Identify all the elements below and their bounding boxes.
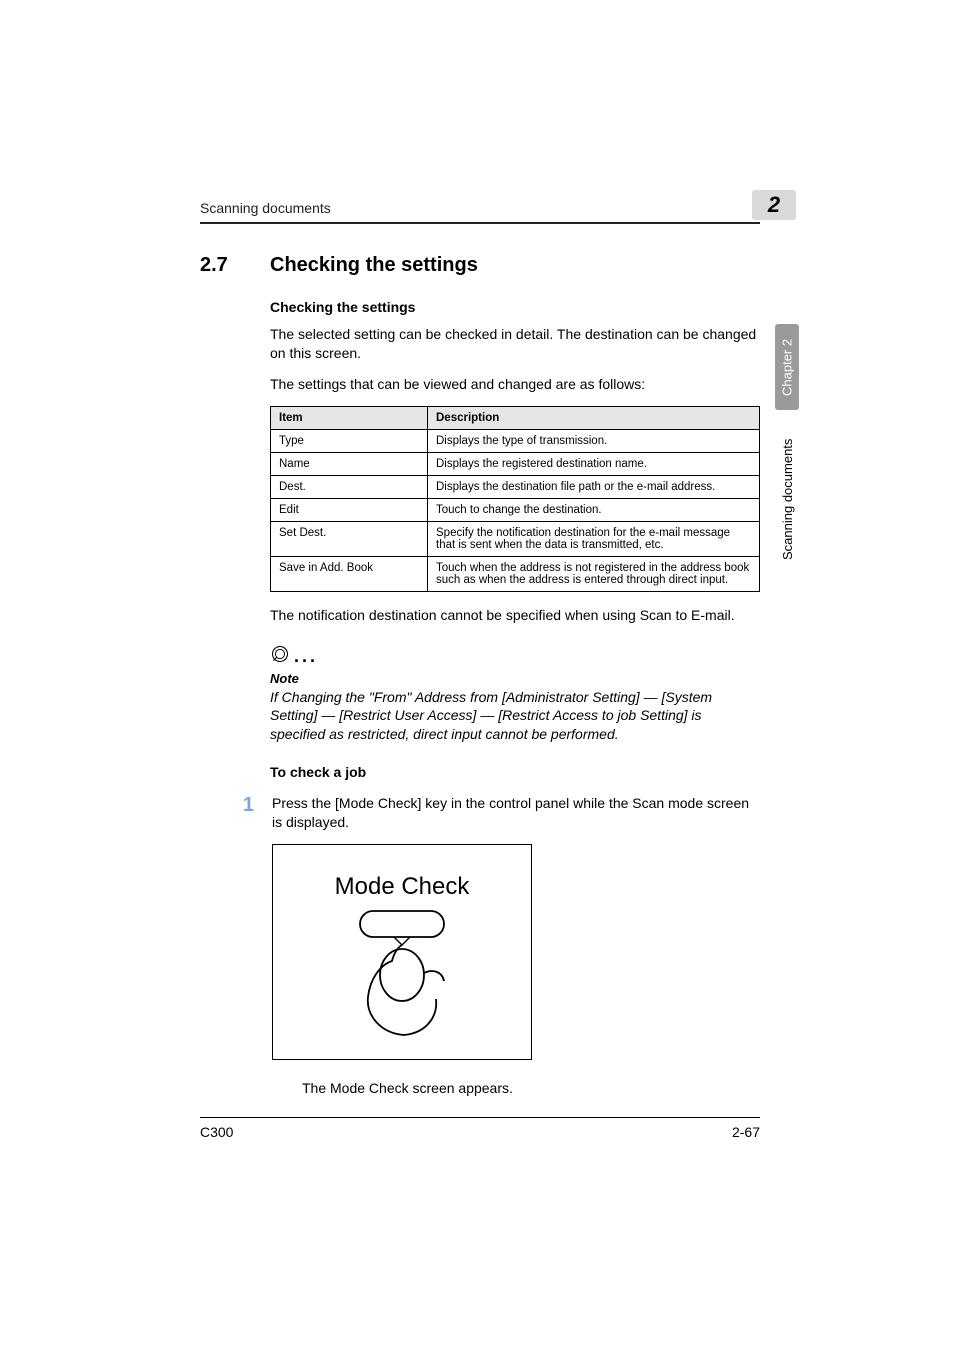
table-cell: Dest. — [271, 475, 428, 498]
section-title: Checking the settings — [270, 254, 478, 277]
table-cell: Touch to change the destination. — [428, 498, 760, 521]
table-row: Dest. Displays the destination file path… — [271, 475, 760, 498]
table-row: Edit Touch to change the destination. — [271, 498, 760, 521]
figure-illustration — [273, 907, 531, 1047]
figure: Mode Check — [272, 844, 760, 1060]
paragraph: The notification destination cannot be s… — [270, 606, 760, 625]
side-section-text: Scanning documents — [780, 424, 795, 574]
procedure-heading: To check a job — [270, 764, 760, 780]
page-content: Scanning documents 2 2.7 Checking the se… — [200, 200, 760, 1096]
step-text: Press the [Mode Check] key in the contro… — [272, 794, 760, 832]
page-footer: C300 2-67 — [200, 1117, 760, 1140]
settings-table: Item Description Type Displays the type … — [270, 406, 760, 592]
note-text: If Changing the "From" Address from [Adm… — [270, 688, 760, 745]
table-row: Name Displays the registered destination… — [271, 452, 760, 475]
result-text: The Mode Check screen appears. — [302, 1080, 760, 1096]
side-chapter-tab: Chapter 2 — [775, 324, 799, 410]
table-cell: Set Dest. — [271, 521, 428, 556]
mode-check-figure: Mode Check — [272, 844, 532, 1060]
paragraph: The selected setting can be checked in d… — [270, 325, 760, 363]
note-icon — [270, 644, 290, 669]
chapter-badge: 2 — [752, 190, 796, 220]
note-block: ... Note If Changing the "From" Address … — [270, 647, 760, 745]
footer-model: C300 — [200, 1124, 233, 1140]
table-row: Set Dest. Specify the notification desti… — [271, 521, 760, 556]
table-row: Save in Add. Book Touch when the address… — [271, 556, 760, 591]
subheading-checking: Checking the settings — [270, 299, 760, 315]
table-cell: Specify the notification destination for… — [428, 521, 760, 556]
section-heading: 2.7 Checking the settings — [200, 254, 760, 277]
table-cell: Touch when the address is not registered… — [428, 556, 760, 591]
table-cell: Displays the type of transmission. — [428, 429, 760, 452]
note-icon-row: ... — [270, 647, 760, 669]
step-number: 1 — [234, 794, 254, 832]
figure-label: Mode Check — [273, 873, 531, 901]
running-head: Scanning documents 2 — [200, 200, 760, 224]
paragraph: The settings that can be viewed and chan… — [270, 375, 760, 394]
table-cell: Edit — [271, 498, 428, 521]
note-label: Note — [270, 671, 760, 686]
table-cell: Type — [271, 429, 428, 452]
section-body: Checking the settings The selected setti… — [270, 299, 760, 1096]
section-number: 2.7 — [200, 254, 248, 277]
table-cell: Save in Add. Book — [271, 556, 428, 591]
table-cell: Displays the destination file path or th… — [428, 475, 760, 498]
table-cell: Name — [271, 452, 428, 475]
table-header-description: Description — [428, 406, 760, 429]
table-row: Type Displays the type of transmission. — [271, 429, 760, 452]
table-header-item: Item — [271, 406, 428, 429]
step-row: 1 Press the [Mode Check] key in the cont… — [234, 794, 760, 832]
table-cell: Displays the registered destination name… — [428, 452, 760, 475]
running-head-text: Scanning documents — [200, 200, 331, 216]
footer-page-number: 2-67 — [732, 1124, 760, 1140]
note-dots-icon: ... — [294, 646, 318, 667]
